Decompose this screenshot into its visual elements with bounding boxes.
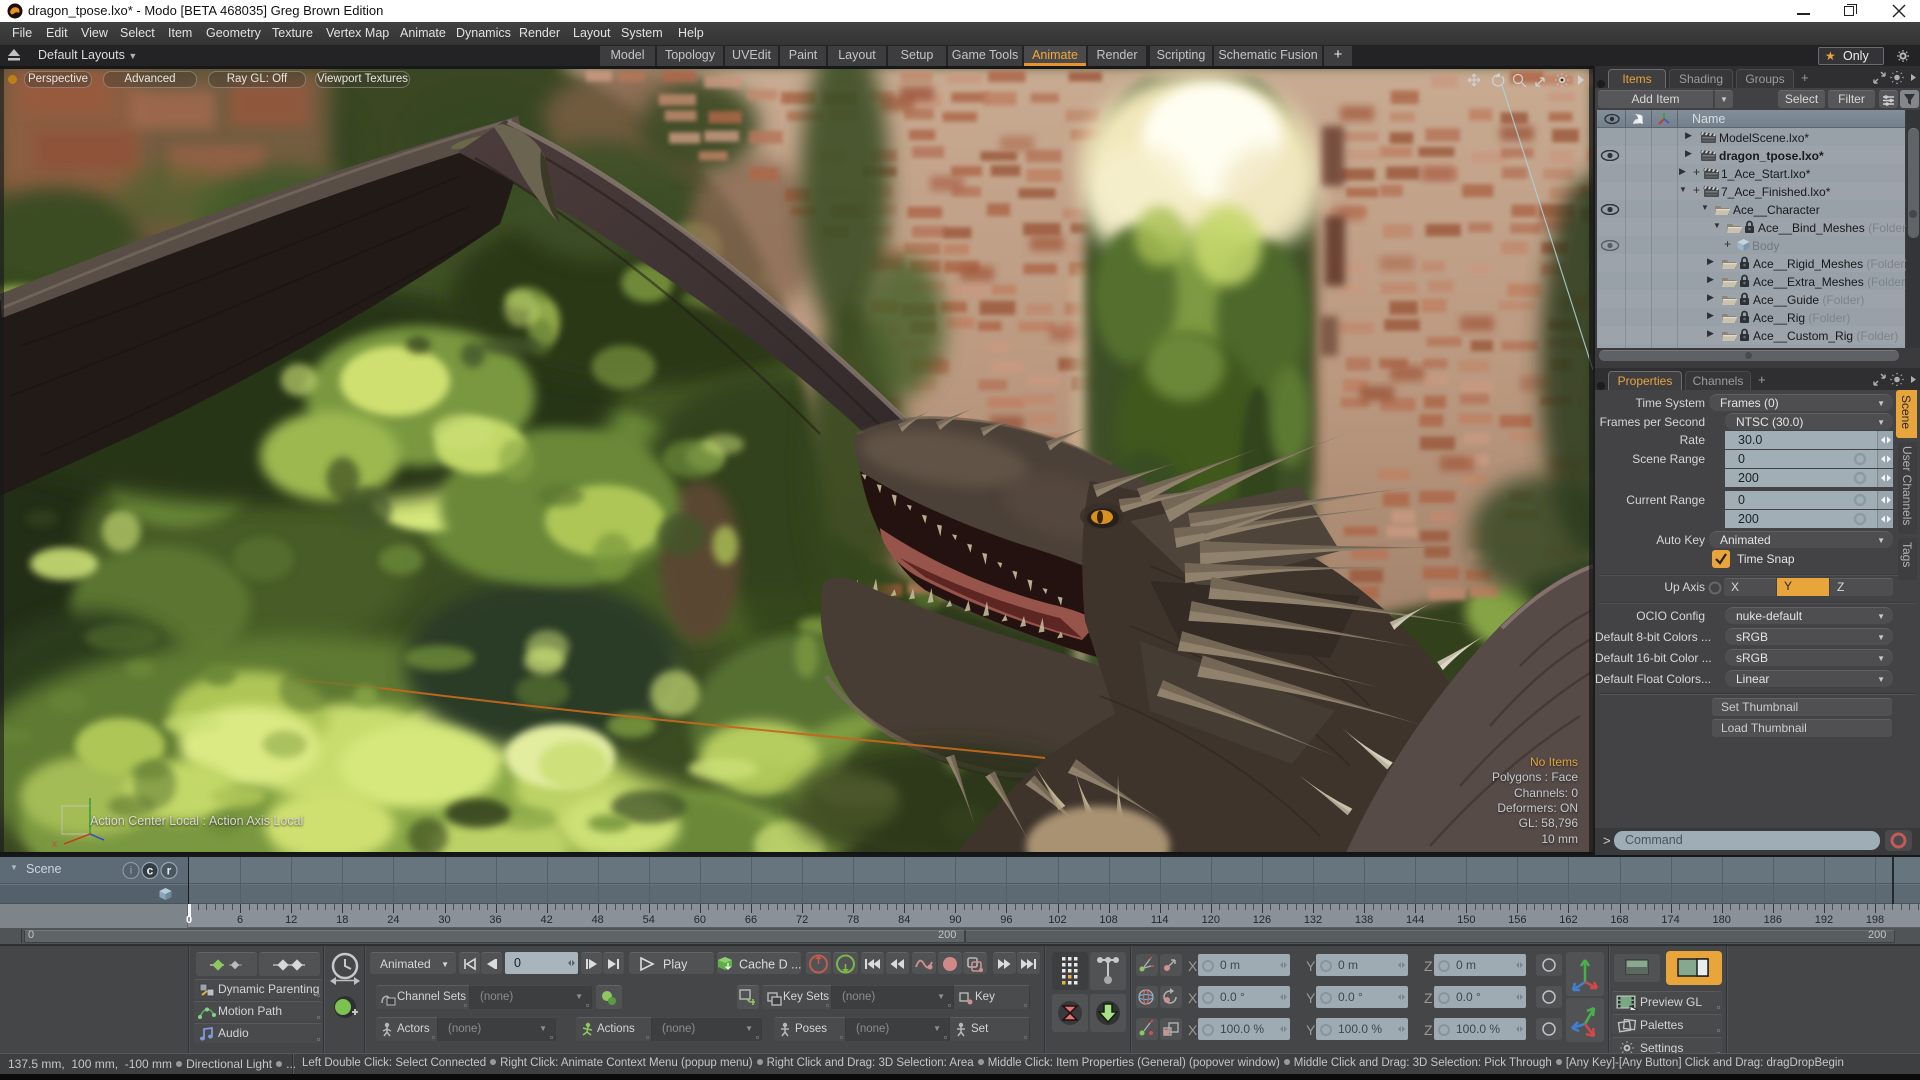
svg-text:Cache D ...: Cache D ...: [739, 958, 801, 972]
svg-text:Play: Play: [663, 958, 688, 972]
svg-text:i: i: [130, 865, 132, 877]
svg-text:x: x: [52, 839, 57, 850]
svg-text:c: c: [147, 864, 154, 878]
svg-text:r: r: [167, 864, 172, 878]
